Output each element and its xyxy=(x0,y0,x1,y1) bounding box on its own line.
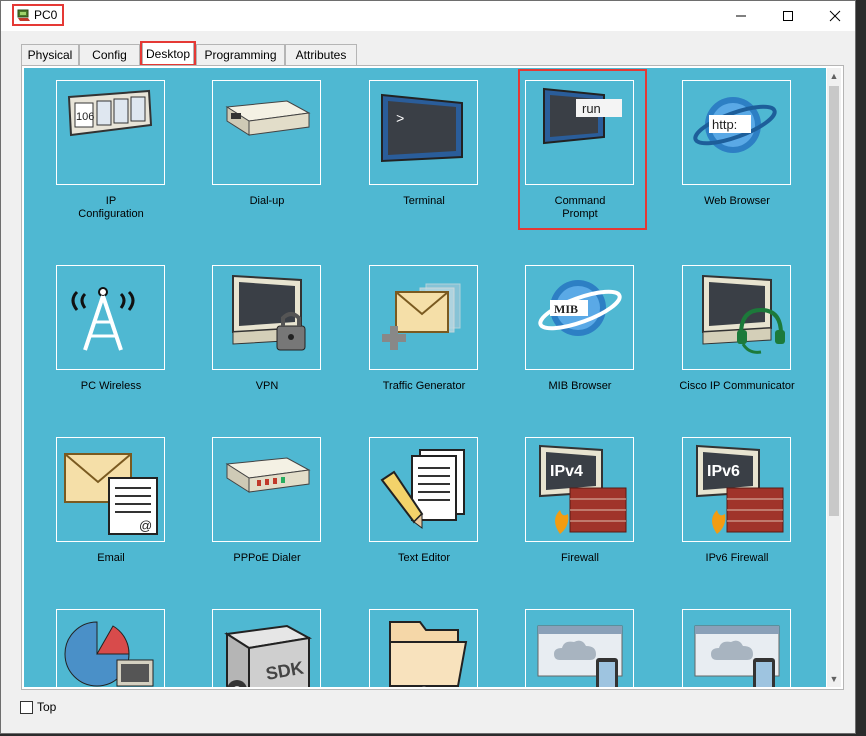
app-web-browser[interactable]: http: xyxy=(682,80,791,185)
modem-icon xyxy=(225,100,311,136)
app-vpn[interactable] xyxy=(212,265,321,370)
maximize-button[interactable] xyxy=(765,1,811,31)
pc-icon xyxy=(17,9,30,21)
sdk-box-icon: SDK xyxy=(224,624,313,687)
pc0-window: PC0 Physical Config Desktop Programming … xyxy=(0,0,856,734)
mib-globe-icon: MIB xyxy=(538,280,622,336)
desktop-panel: 106 IP Configuration Dial-up > Terminal … xyxy=(21,65,844,690)
vertical-scrollbar[interactable]: ▲ ▼ xyxy=(827,68,841,687)
scroll-up-arrow[interactable]: ▲ xyxy=(827,68,841,84)
label-traffic-generator: Traffic Generator xyxy=(382,380,466,392)
pie-chart-computer-icon xyxy=(64,621,154,687)
command-prompt-screen-text: run xyxy=(582,101,601,116)
label-terminal: Terminal xyxy=(403,195,445,207)
label-vpn: VPN xyxy=(255,380,279,392)
app-row4-3[interactable] xyxy=(369,609,478,687)
window-title: PC0 xyxy=(34,8,58,22)
app-row4-4[interactable] xyxy=(525,609,634,687)
label-command-prompt: Command Prompt xyxy=(554,195,606,220)
window-title-box: PC0 xyxy=(12,4,64,26)
app-firewall[interactable]: IPv4 xyxy=(525,437,634,542)
title-bar: PC0 xyxy=(1,1,855,31)
email-at-sign: @ xyxy=(139,518,152,533)
app-dial-up[interactable] xyxy=(212,80,321,185)
app-text-editor[interactable] xyxy=(369,437,478,542)
close-icon xyxy=(829,10,841,22)
cloud-phone-icon xyxy=(537,625,623,687)
label-dial-up: Dial-up xyxy=(249,195,285,207)
app-row4-5[interactable] xyxy=(682,609,791,687)
tab-config[interactable]: Config xyxy=(79,44,140,65)
desktop-canvas: 106 IP Configuration Dial-up > Terminal … xyxy=(24,68,826,687)
app-pppoe-dialer[interactable] xyxy=(212,437,321,542)
ipv6-firewall-icon: IPv6 xyxy=(696,444,784,534)
label-mib-browser: MIB Browser xyxy=(548,380,612,392)
label-pppoe-dialer: PPPoE Dialer xyxy=(233,552,301,564)
terminal-prompt: > xyxy=(396,112,404,128)
label-ip-configuration: IP Configuration xyxy=(78,195,144,220)
scroll-thumb[interactable] xyxy=(829,86,839,516)
tab-physical[interactable]: Physical xyxy=(21,44,79,65)
scroll-down-arrow[interactable]: ▼ xyxy=(827,671,841,687)
app-pc-wireless[interactable] xyxy=(56,265,165,370)
firewall-icon: IPv4 xyxy=(539,444,627,534)
text-editor-icon xyxy=(380,449,465,529)
email-icon: @ xyxy=(64,453,158,535)
label-cisco-ip-communicator: Cisco IP Communicator xyxy=(679,380,795,392)
ipv6-firewall-screen-text: IPv6 xyxy=(707,463,740,480)
traffic-generator-icon xyxy=(382,283,461,350)
cloud-phone-icon-2 xyxy=(694,625,780,687)
globe-icon: http: xyxy=(693,97,777,153)
tab-desktop[interactable]: Desktop xyxy=(142,42,194,65)
folder-icon xyxy=(389,621,468,687)
command-prompt-icon: run xyxy=(543,87,622,145)
pppoe-modem-icon xyxy=(225,457,311,493)
wireless-tower-icon xyxy=(71,287,135,351)
bottom-bar: Top xyxy=(1,695,855,723)
app-ipv6-firewall[interactable]: IPv6 xyxy=(682,437,791,542)
minimize-icon xyxy=(736,15,746,17)
app-row4-2[interactable]: SDK xyxy=(212,609,321,687)
close-button[interactable] xyxy=(812,1,858,31)
label-firewall: Firewall xyxy=(561,552,599,564)
top-checkbox-label: Top xyxy=(37,700,57,714)
app-cisco-ip-communicator[interactable] xyxy=(682,265,791,370)
tab-attributes[interactable]: Attributes xyxy=(285,44,357,65)
label-pc-wireless: PC Wireless xyxy=(80,380,142,392)
app-ip-configuration[interactable]: 106 xyxy=(56,80,165,185)
ip-config-icon: 106 xyxy=(67,89,153,137)
app-email[interactable]: @ xyxy=(56,437,165,542)
app-row4-1[interactable] xyxy=(56,609,165,687)
app-terminal[interactable]: > xyxy=(369,80,478,185)
label-ipv6-firewall: IPv6 Firewall xyxy=(705,552,769,564)
top-checkbox[interactable] xyxy=(20,701,33,714)
web-browser-screen-text: http: xyxy=(712,117,737,132)
terminal-icon: > xyxy=(381,93,463,163)
mib-browser-screen-text: MIB xyxy=(554,302,578,316)
label-text-editor: Text Editor xyxy=(398,552,450,564)
tab-programming[interactable]: Programming xyxy=(196,44,285,65)
vpn-lock-icon xyxy=(232,274,306,351)
label-web-browser: Web Browser xyxy=(704,195,770,207)
app-mib-browser[interactable]: MIB xyxy=(525,265,634,370)
maximize-icon xyxy=(783,11,793,21)
firewall-screen-text: IPv4 xyxy=(550,463,583,480)
headset-monitor-icon xyxy=(702,274,785,354)
ip-config-screen-text: 106 xyxy=(76,111,94,123)
minimize-button[interactable] xyxy=(718,1,764,31)
label-email: Email xyxy=(97,552,125,564)
app-command-prompt[interactable]: run xyxy=(525,80,634,185)
app-traffic-generator[interactable] xyxy=(369,265,478,370)
